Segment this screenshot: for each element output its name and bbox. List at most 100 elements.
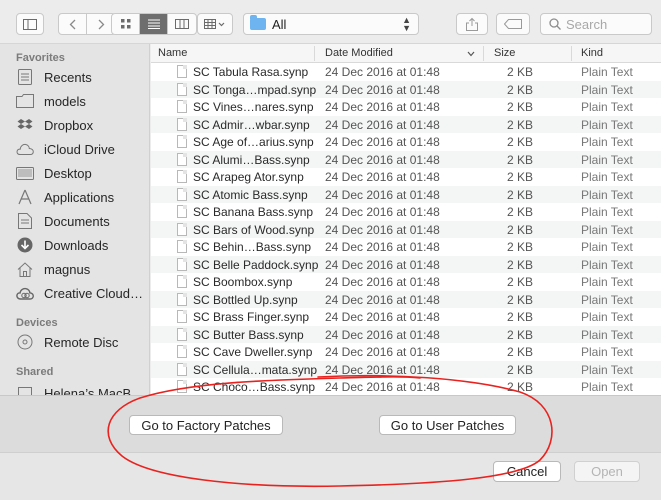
file-kind: Plain Text xyxy=(581,187,633,202)
sidebar-item-remote-disc[interactable]: Remote Disc xyxy=(16,331,149,353)
file-kind: Plain Text xyxy=(581,292,633,307)
documents-icon xyxy=(16,213,34,229)
file-kind: Plain Text xyxy=(581,257,633,272)
file-row[interactable]: SC Boombox.synp 24 Dec 2016 at 01:48 2 KB P… xyxy=(151,273,661,291)
factory-patches-button[interactable]: Go to Factory Patches xyxy=(129,415,283,435)
file-row[interactable]: SC Alumi…Bass.synp 24 Dec 2016 at 01:48 2 … xyxy=(151,150,661,168)
file-kind: Plain Text xyxy=(581,100,633,114)
file-size: 2 KB xyxy=(506,187,533,202)
share-button[interactable] xyxy=(456,13,488,35)
search-field[interactable]: Search xyxy=(540,13,652,35)
file-row[interactable]: SC Cave Dweller.synp 24 Dec 2016 at 01:48… xyxy=(151,343,661,361)
file-name: SC Choco…Bass.synp xyxy=(193,380,316,394)
file-name: SC Atomic Bass.synp xyxy=(193,187,308,202)
sidebar-item-label: Downloads xyxy=(44,237,109,253)
sidebar-item-desktop[interactable]: Desktop xyxy=(16,162,149,184)
file-size: 2 KB xyxy=(506,380,533,394)
columns-icon xyxy=(175,19,189,29)
sidebar-item-dropbox[interactable]: Dropbox xyxy=(16,114,149,136)
open-button[interactable]: Open xyxy=(574,461,640,482)
sidebar-item-icloud-drive[interactable]: iCloud Drive xyxy=(16,138,149,160)
location-select[interactable]: All ▲ ▼ xyxy=(243,13,419,35)
sidebar-heading-favorites: Favorites xyxy=(16,52,65,64)
sidebar-item-models[interactable]: models xyxy=(16,90,149,112)
cancel-button[interactable]: Cancel xyxy=(493,461,561,482)
applications-icon xyxy=(16,189,34,205)
file-row[interactable]: SC Tabula Rasa.synp 24 Dec 2016 at 01:48 2… xyxy=(151,63,661,81)
file-kind: Plain Text xyxy=(581,82,633,97)
file-name: SC Behin…Bass.synp xyxy=(193,240,312,254)
file-date: 24 Dec 2016 at 01:48 xyxy=(325,380,440,394)
text-file-icon xyxy=(177,380,187,393)
file-row[interactable]: SC Cellula…mata.synp 24 Dec 2016 at 01:48… xyxy=(151,360,661,378)
sidebar-item-applications[interactable]: Applications xyxy=(16,186,149,208)
sidebar-item-documents[interactable]: Documents xyxy=(16,210,149,232)
folder-icon xyxy=(250,15,266,30)
folder-icon xyxy=(16,93,34,109)
file-size: 2 KB xyxy=(506,205,533,219)
open-file-dialog: All ▲ ▼ Search Favorites Recents models Dro… xyxy=(0,0,661,500)
file-row[interactable]: SC Bars of Wood.synp 24 Dec 2016 at 01:48… xyxy=(151,220,661,238)
sidebar-item-shared-computer[interactable]: Helena’s MacB… xyxy=(16,382,149,396)
file-row[interactable]: SC Behin…Bass.synp 24 Dec 2016 at 01:48 2 … xyxy=(151,238,661,256)
file-date: 24 Dec 2016 at 01:48 xyxy=(325,187,440,202)
file-date: 24 Dec 2016 at 01:48 xyxy=(325,82,440,97)
sidebar-item-label: Documents xyxy=(44,213,110,229)
file-date: 24 Dec 2016 at 01:48 xyxy=(325,310,440,324)
file-row[interactable]: SC Butter Bass.synp 24 Dec 2016 at 01:48 2… xyxy=(151,325,661,343)
sidebar-item-downloads[interactable]: Downloads xyxy=(16,234,149,256)
column-header-name[interactable]: Name xyxy=(158,47,187,59)
column-header-date[interactable]: Date Modified xyxy=(325,47,393,59)
file-kind: Plain Text xyxy=(581,205,633,219)
file-row[interactable]: SC Atomic Bass.synp 24 Dec 2016 at 01:48 2… xyxy=(151,185,661,203)
sidebar-item-label: Recents xyxy=(44,69,92,85)
text-file-icon xyxy=(177,345,187,358)
column-view-button[interactable] xyxy=(168,14,196,34)
file-kind: Plain Text xyxy=(581,135,633,149)
updown-chevron-icon: ▲ ▼ xyxy=(402,15,411,33)
tag-button[interactable] xyxy=(496,13,530,35)
group-by-button[interactable] xyxy=(197,13,233,35)
file-row[interactable]: SC Age of…arius.synp 24 Dec 2016 at 01:48… xyxy=(151,133,661,151)
text-file-icon xyxy=(177,187,187,201)
file-date: 24 Dec 2016 at 01:48 xyxy=(325,117,440,132)
text-file-icon xyxy=(177,292,187,306)
sidebar-item-creative-cloud[interactable]: Creative Cloud… xyxy=(16,282,149,304)
list-header: Name Date Modified Size Kind xyxy=(151,44,661,63)
sidebar-item-label: Helena’s MacB… xyxy=(44,385,145,396)
file-row[interactable]: SC Choco…Bass.synp 24 Dec 2016 at 01:48 2 … xyxy=(151,378,661,395)
text-file-icon xyxy=(177,240,187,253)
sidebar-item-recents[interactable]: Recents xyxy=(16,66,149,88)
user-patches-button[interactable]: Go to User Patches xyxy=(379,415,516,435)
file-date: 24 Dec 2016 at 01:48 xyxy=(325,65,440,79)
sidebar-toggle-button[interactable] xyxy=(16,13,44,35)
file-kind: Plain Text xyxy=(581,275,633,289)
sidebar-icon xyxy=(23,18,37,30)
back-button[interactable] xyxy=(59,14,87,34)
icon-view-button[interactable] xyxy=(112,14,140,34)
column-header-size[interactable]: Size xyxy=(494,47,515,59)
file-kind: Plain Text xyxy=(581,310,633,324)
file-row[interactable]: SC Brass Finger.synp 24 Dec 2016 at 01:48… xyxy=(151,308,661,326)
file-size: 2 KB xyxy=(506,327,533,342)
list-view-button[interactable] xyxy=(140,14,168,34)
sidebar-item-magnus[interactable]: magnus xyxy=(16,258,149,280)
text-file-icon xyxy=(177,152,187,166)
file-name: SC Tonga…mpad.synp xyxy=(193,82,317,97)
file-date: 24 Dec 2016 at 01:48 xyxy=(325,275,440,289)
file-row[interactable]: SC Bottled Up.synp 24 Dec 2016 at 01:48 2 … xyxy=(151,290,661,308)
file-date: 24 Dec 2016 at 01:48 xyxy=(325,240,440,254)
file-size: 2 KB xyxy=(506,82,533,97)
text-file-icon xyxy=(177,82,187,96)
file-row[interactable]: SC Belle Paddock.synp 24 Dec 2016 at 01:4… xyxy=(151,255,661,273)
file-row[interactable]: SC Arapeg Ator.synp 24 Dec 2016 at 01:48 2… xyxy=(151,168,661,186)
file-row[interactable]: SC Vines…nares.synp 24 Dec 2016 at 01:48 2… xyxy=(151,98,661,116)
file-kind: Plain Text xyxy=(581,152,633,167)
file-row[interactable]: SC Banana Bass.synp 24 Dec 2016 at 01:48 2… xyxy=(151,203,661,221)
file-row[interactable]: SC Admir…wbar.synp 24 Dec 2016 at 01:48 2 … xyxy=(151,115,661,133)
file-date: 24 Dec 2016 at 01:48 xyxy=(325,152,440,167)
file-row[interactable]: SC Tonga…mpad.synp 24 Dec 2016 at 01:48 2 … xyxy=(151,80,661,98)
group-grid-icon xyxy=(204,19,225,29)
column-header-kind[interactable]: Kind xyxy=(581,47,603,59)
file-size: 2 KB xyxy=(506,345,533,359)
